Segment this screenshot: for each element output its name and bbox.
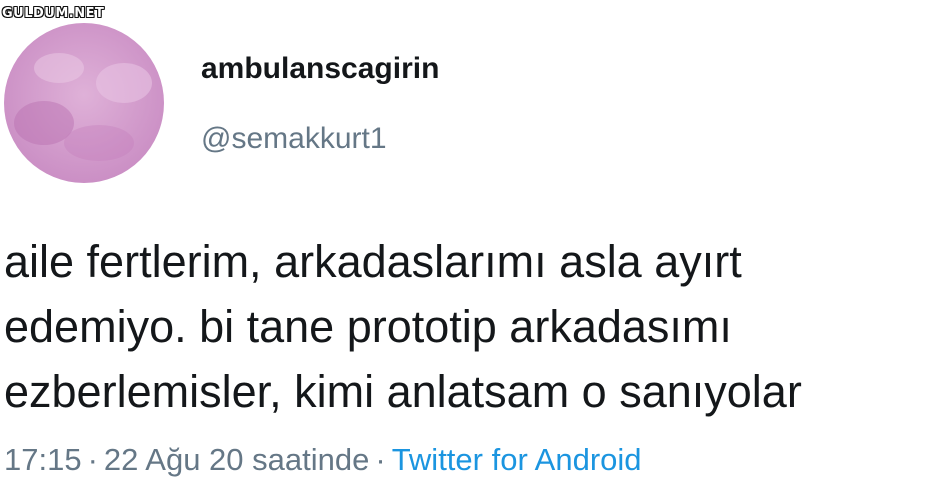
tweet-line: aile fertlerim, arkadaslarımı asla ayırt	[4, 236, 742, 287]
user-handle[interactable]: @semakkurt1	[201, 122, 387, 156]
tweet-date[interactable]: 22 Ağu 20 saatinde	[104, 442, 369, 477]
display-name[interactable]: ambulanscagirin	[201, 52, 439, 86]
watermark-logo: GULDUM.NET	[2, 6, 105, 21]
tweet-line: ezberlemisler, kimi anlatsam o sanıyolar	[4, 366, 802, 417]
tweet-time[interactable]: 17:15	[4, 442, 82, 477]
tweet-metadata: 17:15 · 22 Ağu 20 saatinde · Twitter for And…	[4, 442, 642, 478]
meta-separator: ·	[87, 442, 98, 477]
tweet-source-link[interactable]: Twitter for Android	[392, 442, 642, 477]
meta-separator: ·	[375, 442, 386, 477]
avatar[interactable]	[4, 23, 164, 183]
tweet-text: aile fertlerim, arkadaslarımı asla ayırt…	[4, 229, 944, 424]
tweet-line: edemiyo. bi tane prototip arkadasımı	[4, 301, 732, 352]
